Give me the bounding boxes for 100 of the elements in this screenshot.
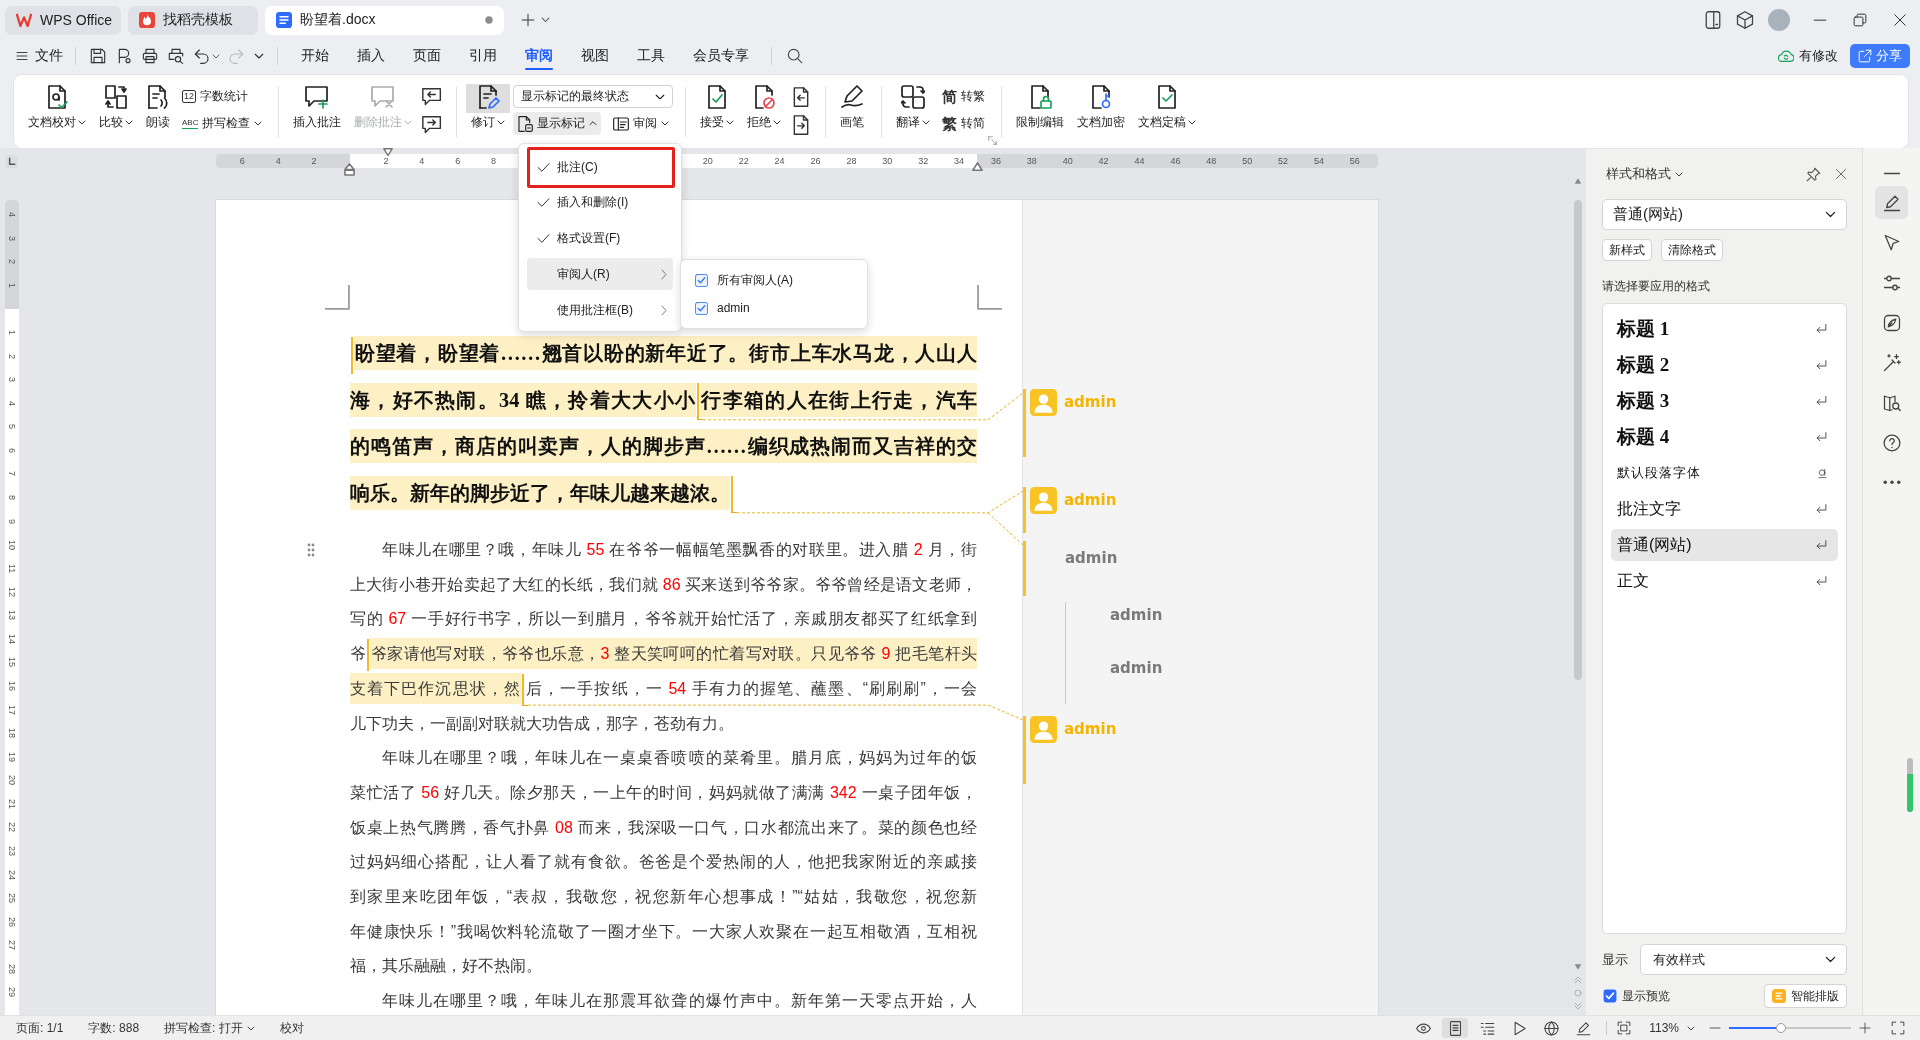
- eye-icon: [1415, 1020, 1431, 1036]
- ruler-number: 28: [6, 962, 18, 976]
- ribbon-button[interactable]: 插入批注: [288, 76, 347, 134]
- menu-tab[interactable]: 审阅: [511, 40, 567, 72]
- minimize-icon[interactable]: [1813, 18, 1827, 22]
- menu-tab[interactable]: 视图: [567, 40, 623, 72]
- share-button[interactable]: 分享: [1850, 44, 1910, 68]
- panel-title-menu[interactable]: 样式和格式: [1602, 165, 1683, 183]
- ribbon-button[interactable]: 审阅: [609, 112, 674, 135]
- style-item[interactable]: 默认段落字体: [1611, 457, 1838, 489]
- left-indent-icon[interactable]: [344, 163, 355, 176]
- zoom-level[interactable]: 113%: [1649, 1021, 1695, 1035]
- proofread-button[interactable]: 校对: [279, 1019, 304, 1037]
- ruler-number: 40: [1062, 156, 1073, 166]
- zoom-in-icon[interactable]: [1859, 1022, 1871, 1034]
- ribbon-button[interactable]: ABC 拼写检查: [178, 112, 267, 135]
- ribbon-button[interactable]: 拒绝: [742, 76, 787, 134]
- markup-mode-dropdown[interactable]: 显示标记的最终状态: [513, 85, 674, 108]
- smart-layout-button[interactable]: 智能排版: [1764, 984, 1847, 1008]
- file-menu[interactable]: 文件: [14, 47, 67, 65]
- style-item[interactable]: 普通(网站): [1611, 529, 1838, 561]
- spell-check-toggle[interactable]: 拼写检查: 打开: [164, 1019, 255, 1037]
- caret-icon[interactable]: [254, 53, 264, 59]
- style-item[interactable]: 正文: [1611, 565, 1838, 597]
- style-dropdown[interactable]: 普通(网站): [1602, 199, 1847, 230]
- save-icon[interactable]: [90, 48, 106, 64]
- style-list[interactable]: 标题 1 标题 2 标题 3 标题 4 默认段落字体 批注文字 普通(网站) 正文: [1602, 303, 1847, 934]
- p-shape-icon[interactable]: [116, 48, 132, 64]
- preview-checkbox[interactable]: 显示预览: [1602, 987, 1670, 1005]
- crop-mark-icon: [977, 285, 1002, 310]
- ribbon-button[interactable]: 画笔: [835, 76, 870, 134]
- print-icon[interactable]: [142, 48, 158, 64]
- scroll-up-icon[interactable]: [1574, 177, 1582, 185]
- collapse-icon[interactable]: [1882, 172, 1901, 175]
- close-icon[interactable]: [1893, 13, 1907, 27]
- paragraph-mark-icon: [1815, 322, 1828, 336]
- ribbon-button[interactable]: 文档加密: [1072, 76, 1131, 134]
- menu-item[interactable]: 使用批注框(B): [527, 294, 673, 326]
- ribbon-button[interactable]: 文档定稿: [1133, 76, 1202, 134]
- fit-page-icon[interactable]: [1617, 1021, 1632, 1035]
- panel-button[interactable]: 清除格式: [1661, 239, 1723, 261]
- ruler-number: 22: [6, 821, 18, 835]
- restore-icon[interactable]: [1853, 13, 1867, 27]
- slider-thumb[interactable]: [1776, 1023, 1787, 1033]
- caret-icon[interactable]: [212, 53, 220, 59]
- checkbox-item[interactable]: 所有审阅人(A): [681, 266, 867, 294]
- tab[interactable]: 找稻壳模板: [128, 5, 258, 35]
- ribbon-button[interactable]: 显示标记: [513, 112, 602, 135]
- magic-wand-icon: [1882, 353, 1901, 372]
- ribbon-button[interactable]: 比较: [94, 76, 138, 134]
- right-indent-icon[interactable]: [972, 162, 983, 172]
- ribbon-button[interactable]: 接受: [695, 76, 740, 134]
- ribbon-button[interactable]: 文档校对: [23, 76, 91, 134]
- show-filter-dropdown[interactable]: 有效样式: [1640, 944, 1847, 975]
- menu-item[interactable]: 插入和删除(I): [527, 186, 673, 218]
- style-item[interactable]: 批注文字: [1611, 493, 1838, 525]
- checkbox-item[interactable]: admin: [681, 294, 867, 322]
- ruler-number: 20: [702, 156, 713, 166]
- style-item[interactable]: 标题 4: [1611, 421, 1838, 453]
- drag-handle-icon[interactable]: [307, 543, 315, 557]
- tablet-icon[interactable]: [1704, 11, 1722, 29]
- menu-item[interactable]: 审阅人(R): [527, 258, 673, 290]
- fullscreen-icon[interactable]: [1891, 1021, 1905, 1035]
- menu-tab[interactable]: 开始: [287, 40, 343, 72]
- print-preview-icon[interactable]: [168, 48, 184, 64]
- tab-stop-icon[interactable]: [5, 155, 18, 168]
- pen-tool-button[interactable]: [1875, 186, 1908, 219]
- menu-item[interactable]: 批注(C): [527, 147, 675, 188]
- cube-icon[interactable]: [1736, 11, 1754, 29]
- caret-icon[interactable]: [541, 17, 550, 23]
- close-icon[interactable]: [1835, 168, 1847, 180]
- panel-button[interactable]: 新样式: [1602, 239, 1652, 261]
- menu-tab[interactable]: 页面: [399, 40, 455, 72]
- tab[interactable]: 盼望着.docx: [265, 5, 504, 35]
- ribbon-button[interactable]: 翻译: [891, 76, 936, 134]
- undo-icon[interactable]: [194, 48, 210, 64]
- style-item[interactable]: 标题 3: [1611, 385, 1838, 417]
- scroll-down-icon[interactable]: [1574, 963, 1582, 971]
- ribbon-button[interactable]: 12 字数统计: [178, 85, 267, 108]
- pin-icon[interactable]: [1806, 166, 1821, 182]
- sync-status-button[interactable]: 有修改: [1778, 47, 1838, 65]
- tab[interactable]: WPS Office: [5, 5, 121, 35]
- style-item[interactable]: 标题 1: [1611, 313, 1838, 345]
- search-icon[interactable]: [787, 48, 803, 64]
- ribbon-button[interactable]: 繁 转简: [938, 112, 990, 135]
- page-view-button[interactable]: [1442, 1018, 1469, 1038]
- ribbon-button[interactable]: 简 转繁: [938, 85, 990, 108]
- ribbon-button[interactable]: 限制编辑: [1011, 76, 1070, 134]
- ribbon-button[interactable]: 朗读: [141, 76, 175, 134]
- menu-tab[interactable]: 插入: [343, 40, 399, 72]
- reply-author: admin: [1110, 605, 1164, 626]
- style-item[interactable]: 标题 2: [1611, 349, 1838, 381]
- help-icon: [1882, 433, 1901, 452]
- menu-item[interactable]: 格式设置(F): [527, 222, 673, 254]
- plus-icon[interactable]: [521, 13, 535, 27]
- comment-card[interactable]: admin: [1023, 541, 1378, 596]
- menu-tab[interactable]: 会员专享: [679, 40, 763, 72]
- menu-tab[interactable]: 工具: [623, 40, 679, 72]
- scrollbar-thumb[interactable]: [1574, 200, 1582, 680]
- menu-tab[interactable]: 引用: [455, 40, 511, 72]
